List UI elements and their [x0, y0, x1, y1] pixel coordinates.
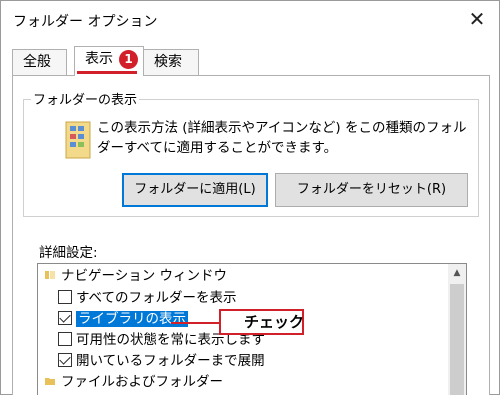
apply-to-folders-button[interactable]: フォルダーに適用(L)	[122, 173, 268, 207]
list-item-show-libraries[interactable]: ライブラリの表示	[58, 309, 188, 329]
list-scrollbar[interactable]: ▲	[448, 264, 466, 395]
checkbox-unchecked[interactable]	[58, 332, 72, 346]
folder-view-description: この表示方法 (詳細表示やアイコンなど) をこの種類のフォルダーすべてに適用する…	[97, 120, 467, 156]
checkbox-unchecked[interactable]	[58, 290, 72, 304]
list-item-label: すべてのフォルダーを表示	[76, 290, 237, 306]
list-item-show-all-folders[interactable]: すべてのフォルダーを表示	[58, 288, 237, 308]
checkbox-checked[interactable]	[58, 353, 72, 367]
window-title: フォルダー オプション	[13, 14, 158, 30]
list-item-label-selected: ライブラリの表示	[76, 311, 188, 327]
navigation-pane-icon	[45, 271, 55, 279]
list-category-label: ファイルおよびフォルダー	[61, 374, 223, 390]
reset-folders-button[interactable]: フォルダーをリセット(R)	[275, 173, 468, 207]
title-bar: フォルダー オプション ✕	[1, 1, 499, 39]
folder-view-icon	[65, 121, 91, 159]
list-category-navigation-pane: ナビゲーション ウィンドウ	[44, 266, 227, 286]
scroll-thumb[interactable]	[450, 284, 464, 395]
folder-icon	[45, 378, 55, 385]
close-icon[interactable]: ✕	[463, 5, 491, 33]
list-category-label: ナビゲーション ウィンドウ	[61, 268, 228, 284]
list-category-files-and-folders: ファイルおよびフォルダー	[44, 372, 223, 392]
checkbox-checked[interactable]	[58, 311, 72, 325]
list-item-label: 開いているフォルダーまで展開	[76, 353, 265, 369]
scroll-up-icon[interactable]: ▲	[448, 264, 466, 282]
advanced-settings-label: 詳細設定:	[39, 245, 98, 261]
folder-options-dialog: フォルダー オプション ✕ 全般 表示 検索 1 フォルダーの表示 この表示方法…	[0, 0, 500, 395]
tab-highlight-underline	[77, 71, 137, 74]
list-item-expand-to-open-folder[interactable]: 開いているフォルダーまで展開	[58, 351, 265, 371]
tab-general[interactable]: 全般	[12, 49, 67, 75]
callout-connector	[171, 322, 223, 324]
step-badge-1: 1	[119, 50, 138, 69]
check-callout-text: チェック	[244, 313, 305, 331]
folder-view-legend: フォルダーの表示	[31, 89, 140, 108]
tab-search[interactable]: 検索	[143, 49, 199, 75]
